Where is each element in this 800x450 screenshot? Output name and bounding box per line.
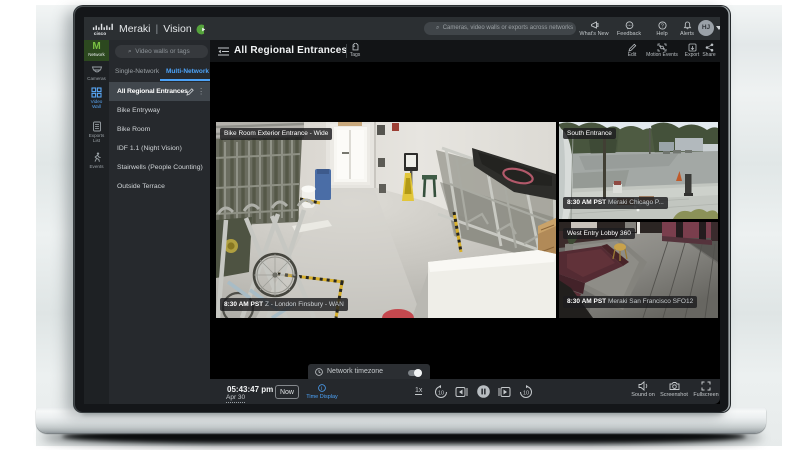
svg-text:i: i: [321, 386, 322, 392]
svg-text:?: ?: [660, 24, 663, 30]
svg-text:10: 10: [523, 390, 529, 396]
svg-text:10: 10: [438, 390, 444, 396]
svg-text:cisco: cisco: [94, 31, 106, 37]
